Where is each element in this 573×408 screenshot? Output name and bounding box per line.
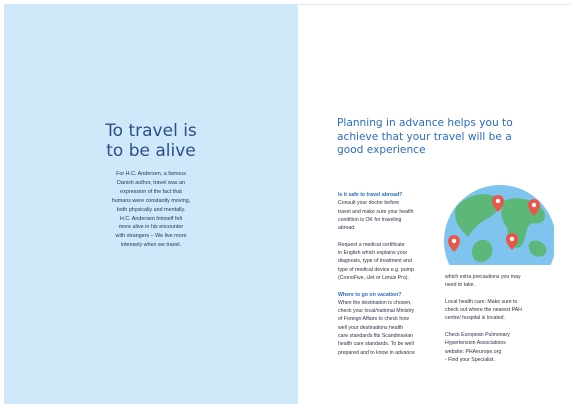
title-line: To travel is xyxy=(105,121,197,141)
intro-paragraph: For H.C. Andersen, a famous Danish autho… xyxy=(77,170,225,250)
right-page: Planning in advance helps you to achieve… xyxy=(298,4,571,405)
text-line: Check European Pulmonary xyxy=(445,332,510,339)
text-line: Danish author, travel was an xyxy=(116,179,186,186)
text-line: abroad. xyxy=(338,225,356,232)
text-line: website: PHAeurope.org xyxy=(445,348,502,355)
heading-line: achieve that your travel will be a xyxy=(337,130,512,143)
text-line: - Find your Specialist. xyxy=(445,356,495,363)
heading-line: Planning in advance helps you to xyxy=(337,117,513,129)
text-line: prepared and to know in advance xyxy=(338,349,415,356)
text-line: need to take. xyxy=(445,282,475,289)
text-line: centre/ hospital is located. xyxy=(445,315,505,322)
text-line: When the destination is chosen, xyxy=(338,299,412,306)
text-line: condition is OK for traveling xyxy=(338,216,402,223)
text-line: which extra precautions you may xyxy=(445,274,521,280)
text-line: For H.C. Andersen, a famous xyxy=(116,171,186,177)
subheading: Where to go on vacation? xyxy=(338,291,402,298)
text-line: type of medical device e.g. pump xyxy=(338,266,414,273)
text-line: check your local/national Ministry xyxy=(338,308,415,315)
section-heading: Planning in advance helps you to achieve… xyxy=(337,117,565,158)
text-line: health care standards. To be well xyxy=(338,341,414,348)
left-page: To travel is to be alive For H.C. Anders… xyxy=(4,4,298,404)
text-line: H.C. Andersen himself felt xyxy=(119,215,183,222)
brochure-spread: To travel is to be alive For H.C. Anders… xyxy=(4,4,571,406)
title-line: to be alive xyxy=(106,141,196,161)
text-column-left: Is it safe to travel abroad? Consult you… xyxy=(338,191,438,357)
text-line: more alive in his encounter xyxy=(118,224,184,231)
text-line: Hypertension Associations xyxy=(445,340,506,347)
text-line: check out where the nearest PAH xyxy=(445,307,522,314)
globe-with-location-pins-icon xyxy=(444,181,554,265)
text-line: diagnosis, type of treatment and xyxy=(338,258,412,265)
text-line: well your destinations health xyxy=(338,324,404,331)
text-column-right: which extra precautions you may need to … xyxy=(445,273,560,364)
text-line: travel and make sure your health xyxy=(338,208,414,215)
page-title: To travel is to be alive xyxy=(64,121,238,161)
text-line: intensely when we travel. xyxy=(120,242,182,249)
text-line: expression of the fact that xyxy=(120,188,182,195)
text-line: Consult your doctor before xyxy=(338,200,400,207)
text-line: Request a medical certificate xyxy=(338,241,405,248)
text-line: both physically and mentally. xyxy=(116,206,186,213)
text-line: humans were constantly moving, xyxy=(111,197,191,204)
text-line: Local health care: Make sure to xyxy=(445,298,518,305)
text-line: of Foreign Affairs to check how xyxy=(338,316,409,323)
globe-illustration xyxy=(444,185,554,265)
text-line: with strangers – We live more xyxy=(115,233,187,240)
text-line: (CronoFive, iJet or Lenus Pro). xyxy=(338,274,409,281)
heading-line: good experience xyxy=(337,144,426,156)
text-line: in English which explains your xyxy=(338,250,408,257)
text-line: care standards fits Scandinavian xyxy=(338,333,413,340)
subheading: Is it safe to travel abroad? xyxy=(338,192,403,198)
